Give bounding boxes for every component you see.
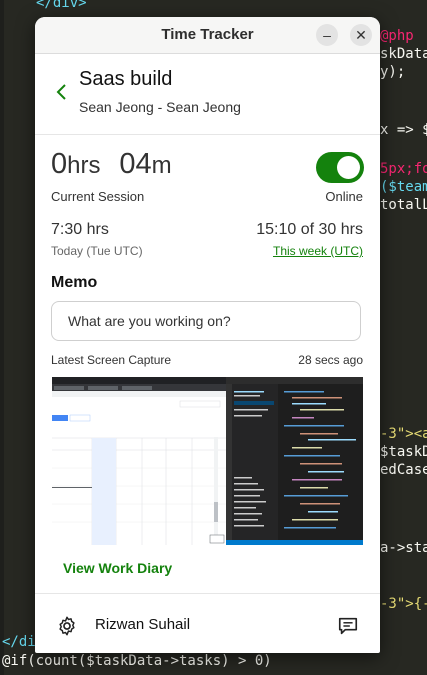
- screenshot-image: [52, 377, 363, 545]
- minimize-button[interactable]: –: [316, 24, 338, 46]
- session-hours: 0: [51, 148, 68, 180]
- view-work-diary-link[interactable]: View Work Diary: [63, 560, 172, 576]
- capture-time: 28 secs ago: [298, 353, 363, 367]
- code-line: </div>: [36, 0, 87, 11]
- session-minutes: 04: [119, 148, 152, 180]
- code-line: y);: [380, 64, 406, 80]
- project-subtitle: Sean Jeong - Sean Jeong: [79, 99, 241, 115]
- code-line: </di: [2, 634, 36, 650]
- session-label: Current Session: [51, 189, 145, 204]
- back-chevron-icon[interactable]: [55, 82, 69, 102]
- session-hours-unit: hrs: [67, 152, 101, 179]
- code-line: @php: [380, 28, 414, 44]
- code-line: a->sta: [380, 540, 427, 556]
- code-line: @if(count($taskData->tasks) > 0): [2, 653, 272, 669]
- project-name: Saas build: [79, 68, 173, 90]
- code-line: edCase: [380, 462, 427, 478]
- today-label: Today (Tue UTC): [51, 244, 143, 258]
- title-bar: Time Tracker – ✕: [35, 17, 380, 54]
- memo-title: Memo: [51, 274, 98, 291]
- online-toggle[interactable]: [316, 152, 364, 183]
- chat-icon[interactable]: [337, 615, 359, 637]
- time-tracker-window: Time Tracker – ✕ Saas build Sean Jeong -…: [35, 17, 380, 653]
- gear-icon[interactable]: [56, 615, 78, 637]
- week-link[interactable]: This week (UTC): [273, 244, 363, 258]
- code-line: -3"><a: [380, 426, 427, 442]
- code-line: x => $: [380, 122, 427, 138]
- memo-input[interactable]: [51, 301, 361, 341]
- week-total: 15:10 of 30 hrs: [256, 221, 363, 238]
- capture-title: Latest Screen Capture: [51, 353, 172, 367]
- toggle-knob: [337, 156, 360, 179]
- editor-gutter: [0, 0, 4, 675]
- user-name: Rizwan Suhail: [95, 616, 191, 633]
- session-timer: 0hrs 04m: [51, 148, 172, 181]
- footer-bar: Rizwan Suhail: [35, 593, 380, 653]
- close-button[interactable]: ✕: [350, 24, 372, 46]
- code-line: skData: [380, 46, 427, 62]
- code-line: $taskD: [380, 444, 427, 460]
- code-line: ($team: [380, 179, 427, 195]
- code-line: -3">{-: [380, 596, 427, 612]
- screen-capture-thumbnail[interactable]: [52, 377, 363, 545]
- project-header: Saas build Sean Jeong - Sean Jeong: [35, 54, 380, 135]
- code-line: 5px;fo: [380, 161, 427, 177]
- online-status: Online: [325, 189, 363, 204]
- code-line: totalL: [380, 197, 427, 213]
- today-total: 7:30 hrs: [51, 221, 109, 238]
- session-minutes-unit: m: [151, 152, 172, 179]
